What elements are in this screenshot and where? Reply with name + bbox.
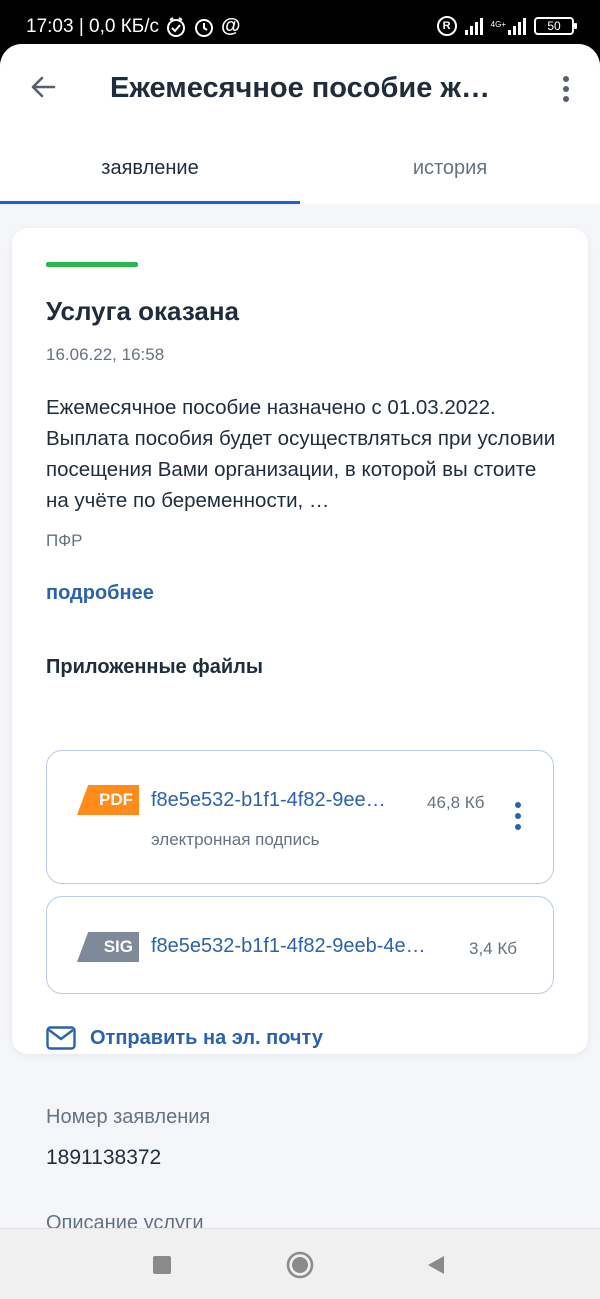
- tab-indicator: [0, 201, 300, 204]
- file-size: 3,4 Кб: [469, 939, 517, 958]
- application-number-label: Номер заявления: [46, 1106, 211, 1128]
- file-item-sig[interactable]: SIG f8e5e532-b1f1-4f82-9eeb-4e… 3,4 Кб: [46, 896, 554, 994]
- status-right: R 4G+ 50: [436, 16, 577, 36]
- back-nav-button[interactable]: [416, 1249, 456, 1281]
- file-subtitle: электронная подпись: [151, 830, 320, 849]
- file-more-icon[interactable]: [513, 801, 523, 831]
- app-screen: Ежемесячное пособие ж… заявление история…: [0, 44, 600, 1228]
- tab-application[interactable]: заявление: [0, 144, 300, 204]
- home-circle-icon: [286, 1251, 314, 1279]
- app-bar: Ежемесячное пособие ж… заявление история: [0, 44, 600, 204]
- application-number-value: 1891138372: [46, 1146, 162, 1169]
- alarm-icon: [195, 18, 214, 37]
- send-email-button[interactable]: Отправить на эл. почту: [46, 1026, 323, 1050]
- recents-button[interactable]: [142, 1249, 182, 1281]
- mail-icon: [46, 1026, 76, 1050]
- file-size: 46,8 Кб: [427, 793, 485, 812]
- file-name[interactable]: f8e5e532-b1f1-4f82-9ee…: [151, 789, 413, 812]
- home-button[interactable]: [280, 1249, 320, 1281]
- data-saver-icon: [167, 16, 186, 37]
- more-details-link[interactable]: подробнее: [46, 582, 154, 605]
- status-left: 17:03 | 0,0 КБ/с @: [26, 15, 241, 38]
- time-speed: 17:03 | 0,0 КБ/с: [26, 15, 160, 37]
- page-title: Ежемесячное пособие ж…: [110, 72, 490, 104]
- send-email-label: Отправить на эл. почту: [90, 1026, 323, 1049]
- service-description-label: Описание услуги: [46, 1212, 204, 1228]
- at-icon: @: [221, 15, 241, 37]
- tab-history[interactable]: история: [300, 144, 600, 204]
- signal-4g-icon: 4G+: [491, 17, 526, 35]
- signal-icon: [464, 17, 483, 35]
- back-triangle-icon: [428, 1256, 444, 1274]
- status-title: Услуга оказана: [46, 296, 240, 326]
- system-nav-bar: [0, 1228, 600, 1299]
- network-type: 4G+: [490, 20, 506, 29]
- registered-icon: R: [436, 16, 457, 36]
- agency-label: ПФР: [46, 531, 83, 550]
- status-message: Ежемесячное пособие назначено с 01.03.20…: [46, 396, 556, 512]
- file-name[interactable]: f8e5e532-b1f1-4f82-9eeb-4e…: [151, 935, 457, 958]
- pdf-file-icon: PDF: [77, 785, 139, 815]
- battery-level: 50: [547, 19, 561, 33]
- tab-bar: заявление история: [0, 144, 600, 204]
- file-item-pdf[interactable]: PDF f8e5e532-b1f1-4f82-9ee… 46,8 Кб элек…: [46, 750, 554, 884]
- sig-file-icon: SIG: [77, 932, 139, 962]
- more-vert-icon[interactable]: [556, 74, 576, 104]
- status-card: Услуга оказана 16.06.22, 16:58 Ежемесячн…: [12, 228, 588, 1054]
- battery-icon: 50: [534, 17, 577, 35]
- back-arrow-icon[interactable]: [28, 72, 58, 102]
- status-indicator-bar: [46, 262, 138, 267]
- attached-files-heading: Приложенные файлы: [46, 656, 263, 678]
- status-date: 16.06.22, 16:58: [46, 345, 165, 364]
- square-icon: [153, 1256, 171, 1274]
